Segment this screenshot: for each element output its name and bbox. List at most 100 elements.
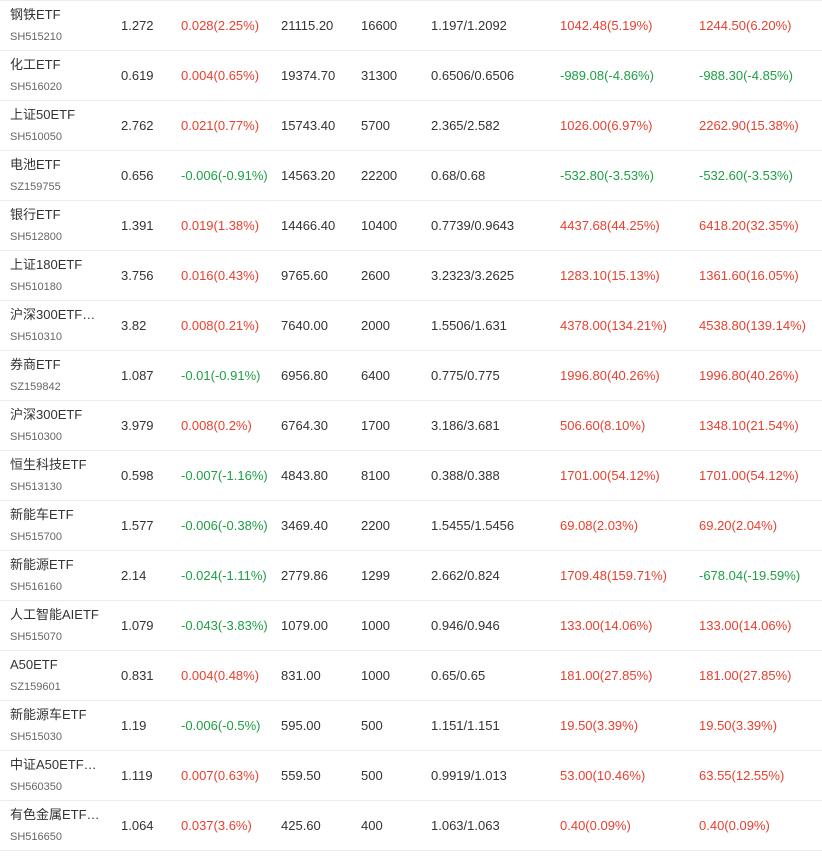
fund-name[interactable]: 有色金属ETF… <box>10 807 100 823</box>
table-row[interactable]: 化工ETF SH516020 0.619 0.004(0.65%) 19374.70 31… <box>0 51 822 101</box>
fund-name-cell[interactable]: 电池ETF SZ159755 <box>10 151 110 200</box>
position-profit: -532.80(-3.53%) <box>560 168 654 183</box>
fund-code: SH510180 <box>10 281 62 293</box>
current-price: 1.19 <box>121 718 147 733</box>
share-count: 10400 <box>361 218 398 233</box>
fund-name-cell[interactable]: A50ETF SZ159601 <box>10 651 110 700</box>
fund-name-cell[interactable]: 新能源ETF SH516160 <box>10 551 110 600</box>
table-row[interactable]: 钢铁ETF SH515210 1.272 0.028(2.25%) 21115.20 16… <box>0 0 822 51</box>
fund-code: SH510050 <box>10 131 62 143</box>
fund-code: SZ159842 <box>10 381 61 393</box>
total-profit: 6418.20(32.35%) <box>699 218 799 233</box>
price-change: 0.028(2.25%) <box>181 18 260 33</box>
fund-name-cell[interactable]: 钢铁ETF SH515210 <box>10 1 110 50</box>
table-row[interactable]: 恒生科技ETF SH513130 0.598 -0.007(-1.16%) 4843.8… <box>0 451 822 501</box>
current-price: 1.064 <box>121 818 154 833</box>
fund-name[interactable]: 中证A50ETF… <box>10 757 97 773</box>
fund-name-cell[interactable]: 人工智能AIETF SH515070 <box>10 601 110 650</box>
price-change: -0.024(-1.11%) <box>181 568 267 583</box>
share-count: 1700 <box>361 418 390 433</box>
share-count: 5700 <box>361 118 390 133</box>
current-price: 1.087 <box>121 368 154 383</box>
fund-name-cell[interactable]: 中证A50ETF… SH560350 <box>10 751 110 800</box>
fund-code: SH512800 <box>10 231 62 243</box>
cost-price: 0.6506/0.6506 <box>431 68 515 83</box>
price-change: 0.021(0.77%) <box>181 118 260 133</box>
current-price: 3.979 <box>121 418 154 433</box>
fund-code: SH510310 <box>10 331 62 343</box>
fund-name-cell[interactable]: 恒生科技ETF SH513130 <box>10 451 110 500</box>
market-value: 6956.80 <box>281 368 328 383</box>
fund-name[interactable]: A50ETF <box>10 657 58 673</box>
position-profit: 1996.80(40.26%) <box>560 368 660 383</box>
table-row[interactable]: 电池ETF SZ159755 0.656 -0.006(-0.91%) 14563.20… <box>0 151 822 201</box>
fund-name[interactable]: 沪深300ETF <box>10 407 82 423</box>
fund-name[interactable]: 上证50ETF <box>10 107 75 123</box>
fund-name[interactable]: 人工智能AIETF <box>10 607 99 623</box>
fund-name-cell[interactable]: 新能源车ETF SH515030 <box>10 701 110 750</box>
market-value: 3469.40 <box>281 518 328 533</box>
table-row[interactable]: 银行ETF SH512800 1.391 0.019(1.38%) 14466.40 10… <box>0 201 822 251</box>
table-row[interactable]: 沪深300ETF… SH510310 3.82 0.008(0.21%) 7640.00… <box>0 301 822 351</box>
current-price: 1.391 <box>121 218 154 233</box>
fund-name[interactable]: 券商ETF <box>10 357 61 373</box>
total-profit: 4538.80(139.14%) <box>699 318 806 333</box>
fund-name-cell[interactable]: 券商ETF SZ159842 <box>10 351 110 400</box>
total-profit: 63.55(12.55%) <box>699 768 785 783</box>
fund-name[interactable]: 电池ETF <box>10 157 61 173</box>
position-profit: 0.40(0.09%) <box>560 818 631 833</box>
cost-price: 0.9919/1.013 <box>431 768 507 783</box>
position-profit: 53.00(10.46%) <box>560 768 646 783</box>
fund-name-cell[interactable]: 上证180ETF SH510180 <box>10 251 110 300</box>
market-value: 2779.86 <box>281 568 328 583</box>
price-change: 0.004(0.65%) <box>181 68 260 83</box>
fund-name[interactable]: 新能源ETF <box>10 557 74 573</box>
table-row[interactable]: 有色金属ETF… SH516650 1.064 0.037(3.6%) 425.60 40… <box>0 801 822 851</box>
cost-price: 3.186/3.681 <box>431 418 500 433</box>
position-profit: -989.08(-4.86%) <box>560 68 654 83</box>
cost-price: 2.662/0.824 <box>431 568 500 583</box>
fund-name-cell[interactable]: 沪深300ETF… SH510310 <box>10 301 110 350</box>
market-value: 831.00 <box>281 668 321 683</box>
position-profit: 506.60(8.10%) <box>560 418 646 433</box>
fund-code: SZ159601 <box>10 681 61 693</box>
share-count: 8100 <box>361 468 390 483</box>
cost-price: 0.68/0.68 <box>431 168 486 183</box>
table-row[interactable]: 中证A50ETF… SH560350 1.119 0.007(0.63%) 559.50… <box>0 751 822 801</box>
price-change: -0.043(-3.83%) <box>181 618 268 633</box>
fund-code: SH515070 <box>10 631 62 643</box>
fund-name[interactable]: 恒生科技ETF <box>10 457 87 473</box>
fund-name[interactable]: 新能源车ETF <box>10 707 87 723</box>
table-row[interactable]: 上证180ETF SH510180 3.756 0.016(0.43%) 9765.60… <box>0 251 822 301</box>
fund-name-cell[interactable]: 有色金属ETF… SH516650 <box>10 801 110 850</box>
share-count: 1000 <box>361 618 390 633</box>
table-row[interactable]: 新能车ETF SH515700 1.577 -0.006(-0.38%) 3469.40… <box>0 501 822 551</box>
table-row[interactable]: 券商ETF SZ159842 1.087 -0.01(-0.91%) 6956.80 64… <box>0 351 822 401</box>
position-profit: 4437.68(44.25%) <box>560 218 660 233</box>
table-row[interactable]: 上证50ETF SH510050 2.762 0.021(0.77%) 15743.40… <box>0 101 822 151</box>
fund-name[interactable]: 沪深300ETF… <box>10 307 95 323</box>
total-profit: 0.40(0.09%) <box>699 818 770 833</box>
fund-name[interactable]: 钢铁ETF <box>10 7 61 23</box>
current-price: 1.577 <box>121 518 154 533</box>
table-row[interactable]: 新能源ETF SH516160 2.14 -0.024(-1.11%) 2779.86 1… <box>0 551 822 601</box>
table-row[interactable]: 新能源车ETF SH515030 1.19 -0.006(-0.5%) 595.00 50… <box>0 701 822 751</box>
fund-name[interactable]: 化工ETF <box>10 57 61 73</box>
market-value: 7640.00 <box>281 318 328 333</box>
table-row[interactable]: 沪深300ETF SH510300 3.979 0.008(0.2%) 6764.30 1… <box>0 401 822 451</box>
fund-name-cell[interactable]: 上证50ETF SH510050 <box>10 101 110 150</box>
fund-name[interactable]: 银行ETF <box>10 207 61 223</box>
table-row[interactable]: A50ETF SZ159601 0.831 0.004(0.48%) 831.00 100… <box>0 651 822 701</box>
fund-name-cell[interactable]: 化工ETF SH516020 <box>10 51 110 100</box>
fund-name[interactable]: 新能车ETF <box>10 507 74 523</box>
fund-code: SH513130 <box>10 481 62 493</box>
fund-code: SH510300 <box>10 431 62 443</box>
fund-name-cell[interactable]: 银行ETF SH512800 <box>10 201 110 250</box>
fund-name[interactable]: 上证180ETF <box>10 257 82 273</box>
market-value: 595.00 <box>281 718 321 733</box>
fund-name-cell[interactable]: 新能车ETF SH515700 <box>10 501 110 550</box>
share-count: 500 <box>361 768 383 783</box>
table-row[interactable]: 人工智能AIETF SH515070 1.079 -0.043(-3.83%) 1079… <box>0 601 822 651</box>
fund-name-cell[interactable]: 沪深300ETF SH510300 <box>10 401 110 450</box>
current-price: 0.619 <box>121 68 154 83</box>
